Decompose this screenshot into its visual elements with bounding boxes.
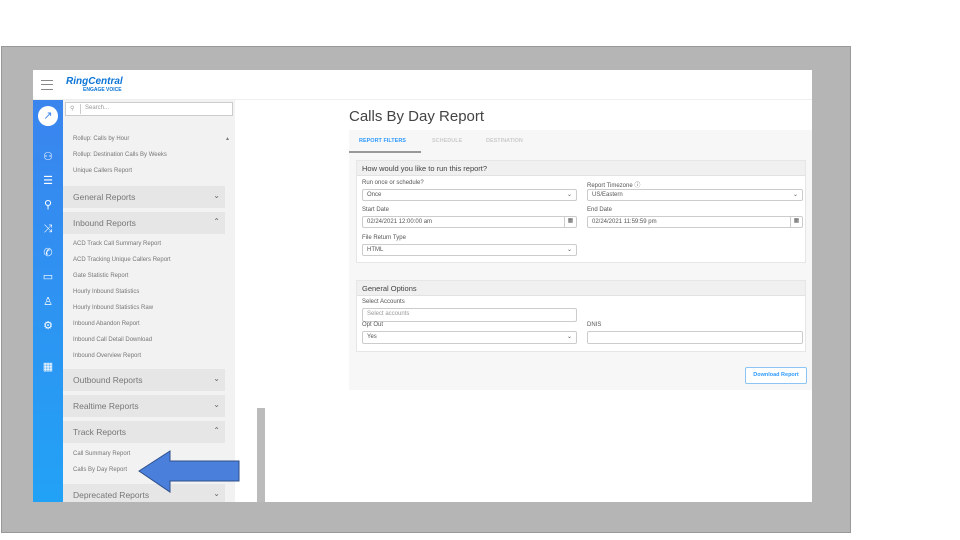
- chevron-down-icon: ⌄: [566, 334, 572, 340]
- dnis-label: DNIS: [587, 322, 602, 328]
- general-options-card: General Options Select Accounts Select a…: [356, 280, 806, 352]
- agent-icon[interactable]: ♙: [41, 295, 55, 309]
- phone-icon[interactable]: ✆: [41, 246, 55, 260]
- nav-item-calls-by-day[interactable]: Calls By Day Report: [73, 467, 127, 473]
- chevron-down-icon: ⌄: [213, 374, 220, 383]
- timezone-select[interactable]: US/Eastern ⌄: [587, 189, 803, 201]
- chevron-down-icon: ⌄: [566, 192, 572, 198]
- active-tab-indicator: [349, 151, 421, 153]
- run-options-card: How would you like to run this report? R…: [356, 160, 806, 263]
- nav-item[interactable]: Rollup: Calls by Hour: [73, 136, 129, 142]
- search-icon: ⚲: [70, 106, 75, 112]
- nav-item[interactable]: Gate Statistic Report: [73, 273, 128, 279]
- section-label: Outbound Reports: [73, 375, 143, 385]
- hamburger-menu-icon[interactable]: [41, 80, 53, 90]
- app-window: RingCentral ENGAGE VOICE ↗ ⚇ ☰ ⚲ ⤨ ✆ ▭ ♙…: [33, 70, 812, 502]
- scroll-up-icon[interactable]: ▲: [225, 136, 230, 142]
- file-type-label: File Return Type: [362, 235, 406, 241]
- tab-report-filters[interactable]: REPORT FILTERS: [359, 138, 406, 144]
- logo-subtitle: ENGAGE VOICE: [83, 87, 122, 93]
- search-placeholder: Search...: [80, 104, 109, 114]
- run-value: Once: [367, 192, 382, 198]
- section-label: Realtime Reports: [73, 401, 139, 411]
- section-track-reports[interactable]: Track Reports ⌃: [63, 421, 225, 443]
- logo: RingCentral: [66, 76, 123, 87]
- reports-nav: ⚲ Search... ▲ Rollup: Calls by Hour Roll…: [63, 100, 265, 502]
- file-type-select[interactable]: HTML ⌄: [362, 244, 577, 256]
- file-type-value: HTML: [367, 247, 384, 253]
- opt-out-value: Yes: [367, 334, 377, 340]
- nav-item[interactable]: Hourly Inbound Statistics: [73, 289, 139, 295]
- chevron-up-icon: ⌃: [213, 426, 220, 435]
- opt-out-label: Opt Out: [362, 322, 384, 328]
- hierarchy-icon[interactable]: ⚲: [41, 198, 55, 212]
- nav-item[interactable]: Inbound Overview Report: [73, 353, 141, 359]
- accounts-input[interactable]: Select accounts: [362, 308, 577, 322]
- section-outbound-reports[interactable]: Outbound Reports ⌄: [63, 369, 225, 391]
- shuffle-icon[interactable]: ⤨: [41, 222, 55, 236]
- section-inbound-reports[interactable]: Inbound Reports ⌃: [63, 212, 225, 234]
- nav-item[interactable]: Hourly Inbound Statistics Raw: [73, 305, 153, 311]
- end-date-value: 02/24/2021 11:59:59 pm: [592, 219, 657, 225]
- calendar-icon[interactable]: ▦: [790, 217, 802, 227]
- section-label: Track Reports: [73, 427, 127, 437]
- nav-item[interactable]: Inbound Call Detail Download: [73, 337, 152, 343]
- accounts-label: Select Accounts: [362, 299, 405, 305]
- timezone-label: Report Timezone ⓘ: [587, 180, 640, 189]
- tab-destination[interactable]: DESTINATION: [486, 138, 523, 144]
- settings-icon[interactable]: ⚙: [41, 319, 55, 333]
- nav-item[interactable]: Unique Callers Report: [73, 168, 132, 174]
- nav-item[interactable]: ACD Track Call Summary Report: [73, 241, 161, 247]
- nav-scrollbar[interactable]: [257, 408, 265, 502]
- chevron-up-icon: ⌃: [213, 217, 220, 226]
- run-label: Run once or schedule?: [362, 180, 424, 186]
- search-input[interactable]: ⚲ Search...: [65, 102, 233, 116]
- card-title: General Options: [357, 281, 805, 296]
- end-date-label: End Date: [587, 207, 613, 213]
- timezone-value: US/Eastern: [592, 192, 623, 198]
- pointer-arrow: [138, 450, 240, 493]
- nav-item-call-summary[interactable]: Call Summary Report: [73, 451, 130, 457]
- nav-item[interactable]: Inbound Abandon Report: [73, 321, 140, 327]
- analytics-icon[interactable]: ↗: [38, 106, 58, 126]
- calendar-icon[interactable]: ▦: [564, 217, 576, 227]
- users-icon[interactable]: ⚇: [41, 150, 55, 164]
- run-select[interactable]: Once ⌄: [362, 189, 577, 201]
- chevron-down-icon: ⌄: [792, 192, 798, 198]
- start-date-label: Start Date: [362, 207, 390, 213]
- section-realtime-reports[interactable]: Realtime Reports ⌄: [63, 395, 225, 417]
- nav-item[interactable]: Rollup: Destination Calls By Weeks: [73, 152, 167, 158]
- opt-out-select[interactable]: Yes ⌄: [362, 331, 577, 344]
- tab-schedule[interactable]: SCHEDULE: [432, 138, 462, 144]
- page-title: Calls By Day Report: [349, 108, 485, 125]
- section-label: Inbound Reports: [73, 218, 136, 228]
- dnis-input[interactable]: [587, 331, 803, 344]
- chat-icon[interactable]: ▭: [41, 270, 55, 284]
- top-header: RingCentral ENGAGE VOICE: [33, 70, 812, 100]
- nav-item[interactable]: ACD Tracking Unique Callers Report: [73, 257, 171, 263]
- apps-icon[interactable]: ▦: [41, 360, 55, 374]
- list-icon[interactable]: ☰: [41, 174, 55, 188]
- report-panel: REPORT FILTERS SCHEDULE DESTINATION How …: [349, 130, 812, 390]
- section-label: General Reports: [73, 192, 136, 202]
- chevron-down-icon: ⌄: [213, 400, 220, 409]
- end-date-input[interactable]: 02/24/2021 11:59:59 pm ▦: [587, 216, 803, 228]
- start-date-value: 02/24/2021 12:00:00 am: [367, 219, 433, 225]
- section-general-reports[interactable]: General Reports ⌄: [63, 186, 225, 208]
- download-report-button[interactable]: Download Report: [745, 367, 807, 384]
- chevron-down-icon: ⌄: [213, 191, 220, 200]
- start-date-input[interactable]: 02/24/2021 12:00:00 am ▦: [362, 216, 577, 228]
- chevron-down-icon: ⌄: [566, 247, 572, 253]
- card-title: How would you like to run this report?: [357, 161, 805, 176]
- icon-rail: ↗ ⚇ ☰ ⚲ ⤨ ✆ ▭ ♙ ⚙ ▦: [33, 100, 63, 502]
